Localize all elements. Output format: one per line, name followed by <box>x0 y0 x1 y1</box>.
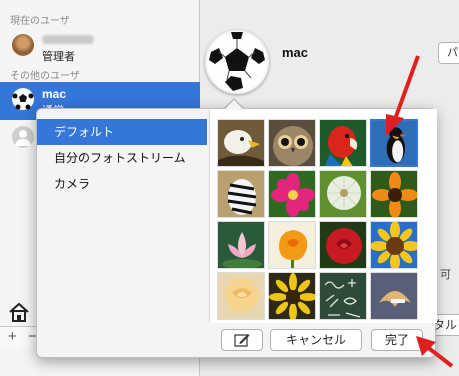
home-icon[interactable] <box>8 302 30 322</box>
popover-arrow-fill <box>224 100 244 110</box>
daisy-icon[interactable] <box>268 272 316 320</box>
add-user-button[interactable]: + <box>8 328 17 345</box>
current-user-section-label: 現在のユーザ <box>10 16 70 27</box>
picture-picker-popover: デフォルト 自分のフォトストリーム カメラ キャンセル 完了 <box>36 108 437 359</box>
dandelion-icon[interactable] <box>319 170 367 218</box>
picker-button-row: キャンセル 完了 <box>209 323 437 359</box>
soccer-ball-icon <box>207 32 267 92</box>
poppy-icon[interactable] <box>268 221 316 269</box>
parrot-icon[interactable] <box>319 119 367 167</box>
soccer-ball-avatar-icon <box>12 88 34 110</box>
current-user-role: 管理者 <box>42 50 75 63</box>
edit-icon[interactable] <box>221 329 263 351</box>
source-default[interactable]: デフォルト <box>37 119 207 145</box>
lotus-icon[interactable] <box>217 221 265 269</box>
user-picture-button[interactable] <box>205 30 269 94</box>
user-name: mac <box>42 87 67 101</box>
annotation-arrow-up-icon <box>416 336 454 368</box>
cancel-button[interactable]: キャンセル <box>270 329 362 351</box>
zebra-icon[interactable] <box>217 170 265 218</box>
chalkboard-icon[interactable] <box>319 272 367 320</box>
owl-icon[interactable] <box>268 119 316 167</box>
current-user-name-redacted <box>42 33 94 47</box>
source-camera[interactable]: カメラ <box>37 171 207 197</box>
other-users-section-label: その他のユーザ <box>10 71 80 82</box>
sunflower-icon[interactable] <box>370 221 418 269</box>
password-button[interactable]: パ <box>438 42 459 64</box>
main-user-name: mac <box>282 45 309 60</box>
source-photostream[interactable]: 自分のフォトストリーム <box>37 145 207 171</box>
pink-flower-icon[interactable] <box>268 170 316 218</box>
eagle-icon[interactable] <box>217 119 265 167</box>
partial-label: 可 <box>440 268 451 281</box>
orange-flower-icon[interactable] <box>370 170 418 218</box>
rose-icon[interactable] <box>319 221 367 269</box>
annotation-arrow-down-icon <box>386 55 420 136</box>
person-silhouette-icon <box>12 126 34 148</box>
user-row-current[interactable]: 管理者 <box>0 28 200 66</box>
current-user-avatar <box>12 34 34 56</box>
picture-source-list: デフォルト 自分のフォトストリーム カメラ <box>37 119 207 197</box>
fortune-cookie-icon[interactable] <box>370 272 418 320</box>
yellow-rose-icon[interactable] <box>217 272 265 320</box>
